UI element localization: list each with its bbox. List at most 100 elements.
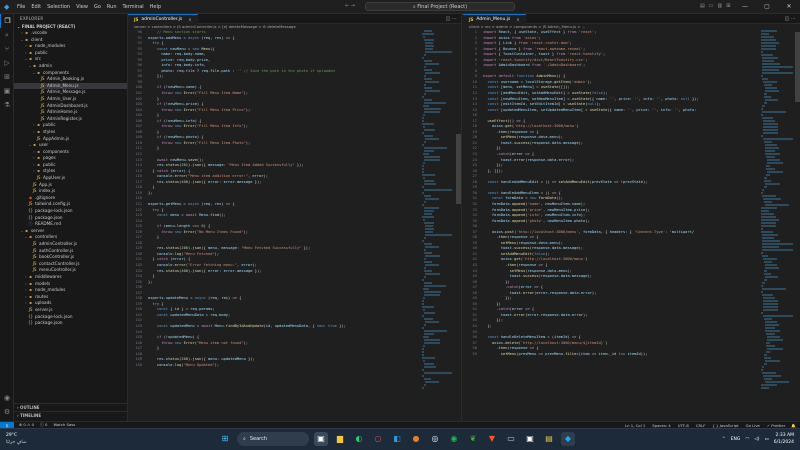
manage-gear-icon[interactable]: ⚙ <box>0 405 14 419</box>
menu-item-selection[interactable]: Selection <box>47 4 70 10</box>
tree-file[interactable]: JS index.js <box>14 188 127 195</box>
tree-file[interactable]: JS Admin_User.js <box>14 96 127 103</box>
more-actions-icon[interactable]: ⋯ <box>452 16 457 22</box>
status-item[interactable]: { } JavaScript <box>712 423 738 428</box>
status-item[interactable]: Go Live <box>746 423 760 428</box>
tree-file[interactable]: JS AppUser.js <box>14 175 127 182</box>
spotify-icon[interactable]: ◉ <box>447 432 461 446</box>
tree-file[interactable]: JS bookController.js <box>14 254 127 261</box>
notifications-bell-icon[interactable]: 🔔 <box>791 423 800 428</box>
toggle-secondary-sidebar-icon[interactable]: ▥ <box>717 3 722 9</box>
extensions-icon[interactable]: ⊞ <box>0 70 14 84</box>
tree-folder[interactable]: ⌄ ▪ client <box>14 37 127 44</box>
search-view-icon[interactable]: ⌕ <box>0 28 14 42</box>
menu-item-go[interactable]: Go <box>94 4 101 10</box>
tree-file[interactable]: {} package-lock.json <box>14 208 127 215</box>
tree-folder[interactable]: › ▪ styles <box>14 168 127 175</box>
battery-icon[interactable]: ▭ <box>765 437 769 442</box>
explorer-icon[interactable]: ❐ <box>0 14 14 28</box>
tab-admin-menu[interactable]: JS Admin_Menu.js ✕ <box>463 14 526 24</box>
close-tab-icon[interactable]: ✕ <box>516 15 519 25</box>
customize-layout-icon[interactable]: ⊞ <box>726 3 730 9</box>
tree-folder[interactable]: ⌄ ▪ components <box>14 70 127 77</box>
edge-browser-icon[interactable]: ◐ <box>352 432 366 446</box>
file-explorer-icon[interactable]: ▆ <box>333 432 347 446</box>
tree-file[interactable]: JS menuController.js <box>14 267 127 274</box>
tree-file[interactable]: JS App.js <box>14 182 127 189</box>
tree-folder[interactable]: › ▪ components <box>14 149 127 156</box>
notion-icon[interactable]: ▣ <box>523 432 537 446</box>
minimize-icon[interactable]: — <box>734 0 756 14</box>
tree-folder[interactable]: › ▪ routes <box>14 294 127 301</box>
close-icon[interactable]: ✕ <box>778 0 800 14</box>
timeline-section[interactable]: › TIMELINE <box>14 411 127 418</box>
volume-icon[interactable]: ◁) <box>754 437 759 442</box>
github-desktop-icon[interactable]: ◎ <box>428 432 442 446</box>
menu-item-terminal[interactable]: Terminal <box>123 4 144 10</box>
status-item[interactable]: Spaces: 4 <box>652 423 670 428</box>
tree-folder[interactable]: ⌄ ▪ admin <box>14 63 127 70</box>
mongodb-compass-icon[interactable]: ❦ <box>466 432 480 446</box>
tree-file[interactable]: JS tailwind.config.js <box>14 201 127 208</box>
tree-file[interactable]: JS AppAdmin.js <box>14 136 127 143</box>
tree-folder[interactable]: › ▪ pages <box>14 155 127 162</box>
nav-arrows-icon[interactable]: ← → <box>345 3 355 9</box>
terminal-icon[interactable]: ▭ <box>504 432 518 446</box>
code-line[interactable]: 59 setMenu(prevMenu => prevMenu.filter(i… <box>463 352 800 358</box>
tree-file[interactable]: JS server.js <box>14 307 127 314</box>
menu-item-edit[interactable]: Edit <box>31 4 41 10</box>
status-item[interactable]: UTF-8 <box>678 423 689 428</box>
split-editor-icon[interactable]: ◫ <box>446 16 451 22</box>
opera-browser-icon[interactable]: ○ <box>371 432 385 446</box>
tree-file[interactable]: {} package.json <box>14 320 127 327</box>
tree-folder[interactable]: › ▪ public <box>14 50 127 57</box>
outline-section[interactable]: › OUTLINE <box>14 403 127 410</box>
tree-file[interactable]: JS Admin_Message.js <box>14 89 127 96</box>
code-area[interactable]: 90 // Menu section starts 91 exports.addMe… <box>128 30 461 368</box>
windows-start-icon[interactable]: ⊞ <box>218 432 232 446</box>
tree-file[interactable]: JS Admin_Menu.js <box>14 82 127 90</box>
more-actions-icon[interactable]: ⋯ <box>791 16 796 22</box>
toggle-sidebar-icon[interactable]: ▤ <box>700 3 705 9</box>
tree-folder[interactable]: ⌄ ▪ controllers <box>14 234 127 241</box>
line-number[interactable]: 59 <box>463 352 483 358</box>
sticky-notes-icon[interactable]: ▤ <box>542 432 556 446</box>
scrollbar-thumb[interactable] <box>456 134 461 204</box>
tree-file[interactable]: JS Admin_Booking.js <box>14 76 127 83</box>
tree-folder[interactable]: › ▪ styles <box>14 129 127 136</box>
run-debug-icon[interactable]: ▷ <box>0 56 14 70</box>
split-editor-icon[interactable]: ◫ <box>785 16 790 22</box>
tree-folder[interactable]: › ▪ public <box>14 122 127 129</box>
tab-admin-controller[interactable]: JS adminController.js ✕ <box>128 14 198 24</box>
tree-file[interactable]: JS adminController.js <box>14 241 127 248</box>
menu-item-file[interactable]: File <box>17 4 25 10</box>
remote-explorer-icon[interactable]: ▣ <box>0 84 14 98</box>
tree-folder[interactable]: › ▪ node_modules <box>14 43 127 50</box>
status-item[interactable]: ✓ Prettier <box>767 423 785 428</box>
brave-browser-icon[interactable]: ▼ <box>485 432 499 446</box>
status-item[interactable]: CRLF <box>696 423 706 428</box>
project-root[interactable]: ⌄ FINAL PROJECT (REACT) <box>14 23 127 30</box>
tree-file[interactable]: ◆ .gitignore <box>14 195 127 202</box>
store-icon[interactable]: ◧ <box>390 432 404 446</box>
keyboard-language[interactable]: ENG <box>731 437 741 442</box>
clock[interactable]: 2:33 AM 6/1/2024 <box>774 432 794 446</box>
scrollbar-thumb[interactable] <box>795 32 800 102</box>
accounts-icon[interactable]: ◉ <box>0 391 14 405</box>
taskbar-search[interactable]: ⌕ Search <box>237 432 309 446</box>
code-line[interactable]: 150 console.log("Menu Updated"); <box>128 363 461 369</box>
tree-file[interactable]: JS authController.js <box>14 248 127 255</box>
tree-folder[interactable]: › ▪ uploads <box>14 300 127 307</box>
postman-icon[interactable]: ● <box>409 432 423 446</box>
vscode-taskbar-icon[interactable]: ◆ <box>561 432 575 446</box>
menu-item-run[interactable]: Run <box>107 4 117 10</box>
tree-folder[interactable]: › ▪ .vscode <box>14 30 127 37</box>
tree-folder[interactable]: › ▪ node_modules <box>14 287 127 294</box>
tree-file[interactable]: JS contactController.js <box>14 261 127 268</box>
tree-folder[interactable]: › ▪ public <box>14 162 127 169</box>
tree-file[interactable]: JS AdminDashboard.js <box>14 103 127 110</box>
weather-widget[interactable]: 29°C صافٍ جزئيًا <box>6 432 27 446</box>
source-control-icon[interactable]: ⑂ <box>0 42 14 56</box>
maximize-icon[interactable]: ▢ <box>756 0 778 14</box>
minimap[interactable] <box>422 30 456 415</box>
